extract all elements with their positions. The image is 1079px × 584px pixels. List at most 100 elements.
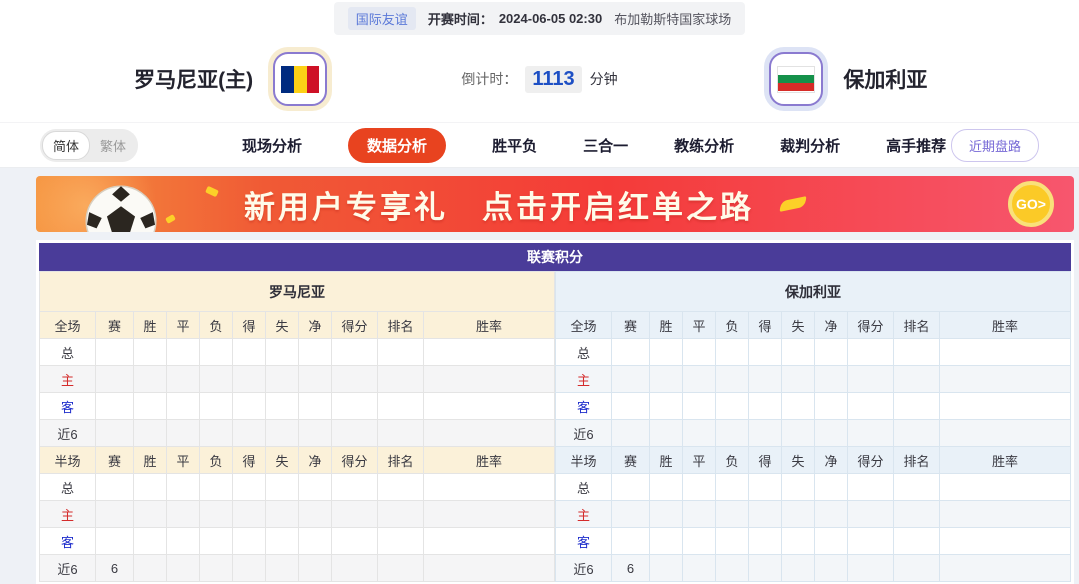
tab-裁判分析[interactable]: 裁判分析: [780, 135, 840, 156]
column-header-cell: 得分: [847, 311, 894, 339]
stat-cell: [265, 500, 299, 528]
banner-title-part2: 点击开启红单之路: [482, 189, 754, 225]
column-header-cell: 失: [781, 311, 815, 339]
column-header-cell: 胜: [649, 446, 683, 474]
tab-教练分析[interactable]: 教练分析: [674, 135, 734, 156]
column-header-cell: 净: [298, 446, 332, 474]
stat-cell: [232, 338, 266, 366]
stat-cell: [232, 419, 266, 447]
stat-cell: [847, 500, 894, 528]
promo-banner[interactable]: 新用户专享礼 点击开启红单之路 GO>: [36, 176, 1074, 232]
confetti-decor: [205, 185, 219, 198]
column-header-cell: 净: [298, 311, 332, 339]
stat-cell: [715, 365, 749, 393]
stat-cell: [199, 527, 233, 555]
stat-cell: [893, 365, 940, 393]
stat-cell: [298, 500, 332, 528]
stat-cell: [748, 365, 782, 393]
column-header-cell: 赛: [95, 446, 134, 474]
stat-cell: [331, 500, 378, 528]
stat-cell: [166, 338, 200, 366]
stat-cell: [649, 365, 683, 393]
column-header-cell: 得: [232, 446, 266, 474]
lang-simplified-button[interactable]: 简体: [42, 130, 91, 160]
stat-cell: [423, 392, 555, 420]
tab-三合一[interactable]: 三合一: [583, 135, 628, 156]
stat-cell: [611, 392, 650, 420]
column-header-cell: 净: [814, 311, 848, 339]
column-header-cell: 胜率: [939, 446, 1071, 474]
go-button[interactable]: GO>: [1008, 181, 1054, 227]
column-header-cell: 平: [682, 446, 716, 474]
row-label-cell: 总: [555, 338, 612, 366]
stat-cell: [166, 554, 200, 582]
row-label-cell: 主: [555, 365, 612, 393]
tab-高手推荐[interactable]: 高手推荐: [886, 135, 946, 156]
stat-cell: [166, 392, 200, 420]
league-table-halves: 罗马尼亚 全场赛胜平负得失净得分 排名 胜率总主客近6 半场赛胜平负得失净得分 排名 胜率总…: [39, 271, 1071, 582]
row-label-cell: 客: [39, 527, 96, 555]
table-row: 总: [39, 473, 555, 501]
stat-cell: [166, 419, 200, 447]
match-info-pill: 国际友谊 开赛时间： 2024-06-05 02:30 布加勒斯特国家球场: [333, 1, 746, 35]
column-header-cell: 赛: [95, 311, 134, 339]
stat-cell: [939, 473, 1071, 501]
bulgaria-flag-icon: [769, 52, 824, 106]
table-row: 总: [555, 338, 1071, 366]
content-area: 新用户专享礼 点击开启红单之路 GO> 联赛积分 罗马尼亚 全场赛胜平负得失净得分…: [0, 168, 1079, 584]
stat-cell: [423, 554, 555, 582]
row-label-cell: 总: [39, 338, 96, 366]
column-header-cell: 排名: [377, 446, 424, 474]
recent-trends-button[interactable]: 近期盘路: [950, 128, 1039, 162]
stat-cell: [611, 338, 650, 366]
stat-cell: [265, 419, 299, 447]
away-team-name: 保加利亚: [843, 69, 928, 92]
stat-cell: [682, 473, 716, 501]
countdown-label: 倒计时：: [461, 71, 518, 87]
stat-cell: [649, 473, 683, 501]
row-label-cell: 近6: [39, 419, 96, 447]
stat-cell: [133, 392, 167, 420]
stat-cell: [298, 527, 332, 555]
lang-traditional-button[interactable]: 繁体: [90, 132, 136, 159]
stat-cell: [715, 392, 749, 420]
stat-cell: [814, 365, 848, 393]
stat-cell: [847, 554, 894, 582]
stat-cell: [893, 500, 940, 528]
column-header-cell: 胜率: [423, 311, 555, 339]
stat-cell: [95, 392, 134, 420]
column-header-cell: 赛: [611, 311, 650, 339]
stat-cell: [814, 473, 848, 501]
stat-cell: [298, 554, 332, 582]
stat-cell: [133, 419, 167, 447]
table-row: 近6: [39, 419, 555, 447]
tab-现场分析[interactable]: 现场分析: [242, 135, 302, 156]
stat-cell: [331, 392, 378, 420]
stat-cell: [423, 473, 555, 501]
stat-cell: [377, 392, 424, 420]
stat-cell: [298, 419, 332, 447]
league-points-card: 联赛积分 罗马尼亚 全场赛胜平负得失净得分 排名 胜率总主客近6 半场赛胜平负得失净得分…: [36, 240, 1074, 584]
tab-数据分析[interactable]: 数据分析: [348, 127, 447, 163]
top-info-bar: 国际友谊 开赛时间： 2024-06-05 02:30 布加勒斯特国家球场: [0, 0, 1079, 36]
row-label-cell: 主: [39, 500, 96, 528]
row-label-cell: 近6: [555, 419, 612, 447]
stat-cell: [199, 365, 233, 393]
stat-cell: [377, 338, 424, 366]
stat-cell: [748, 419, 782, 447]
stat-cell: [331, 554, 378, 582]
column-header-cell: 赛: [611, 446, 650, 474]
stat-cell: [331, 527, 378, 555]
stat-cell: [649, 527, 683, 555]
countdown-unit: 分钟: [589, 71, 618, 87]
stat-cell: [649, 419, 683, 447]
league-table-half-home: 罗马尼亚 全场赛胜平负得失净得分 排名 胜率总主客近6 半场赛胜平负得失净得分 排名 胜率总…: [39, 271, 555, 582]
stat-cell: [847, 527, 894, 555]
stat-cell: [133, 554, 167, 582]
stat-cell: [199, 392, 233, 420]
stat-cell: [939, 365, 1071, 393]
tab-胜平负[interactable]: 胜平负: [492, 135, 537, 156]
stat-cell: [781, 365, 815, 393]
stat-cell: [893, 419, 940, 447]
column-header-cell: 胜率: [423, 446, 555, 474]
